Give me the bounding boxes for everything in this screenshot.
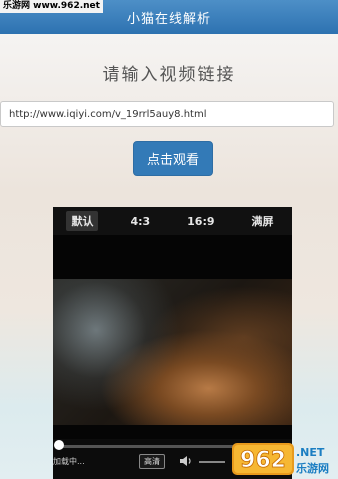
url-prompt-heading: 请输入视频链接 bbox=[102, 65, 236, 85]
progress-knob[interactable] bbox=[54, 440, 64, 450]
speaker-icon[interactable] bbox=[179, 455, 193, 467]
watermark-sub: 乐游网 bbox=[296, 461, 329, 475]
video-frame[interactable] bbox=[53, 279, 292, 425]
aspect-ratio-bar: 默认 4:3 16:9 满屏 bbox=[53, 207, 292, 235]
ratio-option-16-9[interactable]: 16:9 bbox=[182, 213, 219, 230]
site-watermark-logo: 962 .NET 乐游网 bbox=[232, 443, 329, 475]
player-status-text: 加载中... bbox=[53, 457, 85, 466]
ratio-option-4-3[interactable]: 4:3 bbox=[125, 213, 155, 230]
video-url-input[interactable] bbox=[0, 101, 334, 127]
ratio-option-fullscreen[interactable]: 满屏 bbox=[246, 211, 278, 231]
quality-button[interactable]: 高清 bbox=[139, 454, 165, 469]
watermark-text: 乐游网 www.962.net bbox=[0, 0, 103, 13]
watermark-suffix: .NET bbox=[296, 446, 325, 459]
watch-button[interactable]: 点击观看 bbox=[133, 141, 213, 176]
volume-slider[interactable] bbox=[199, 461, 225, 463]
video-player[interactable]: 默认 4:3 16:9 满屏 加载中... 高清 bbox=[53, 207, 292, 479]
ratio-option-default[interactable]: 默认 bbox=[66, 211, 99, 231]
watermark-number: 962 bbox=[240, 448, 286, 473]
